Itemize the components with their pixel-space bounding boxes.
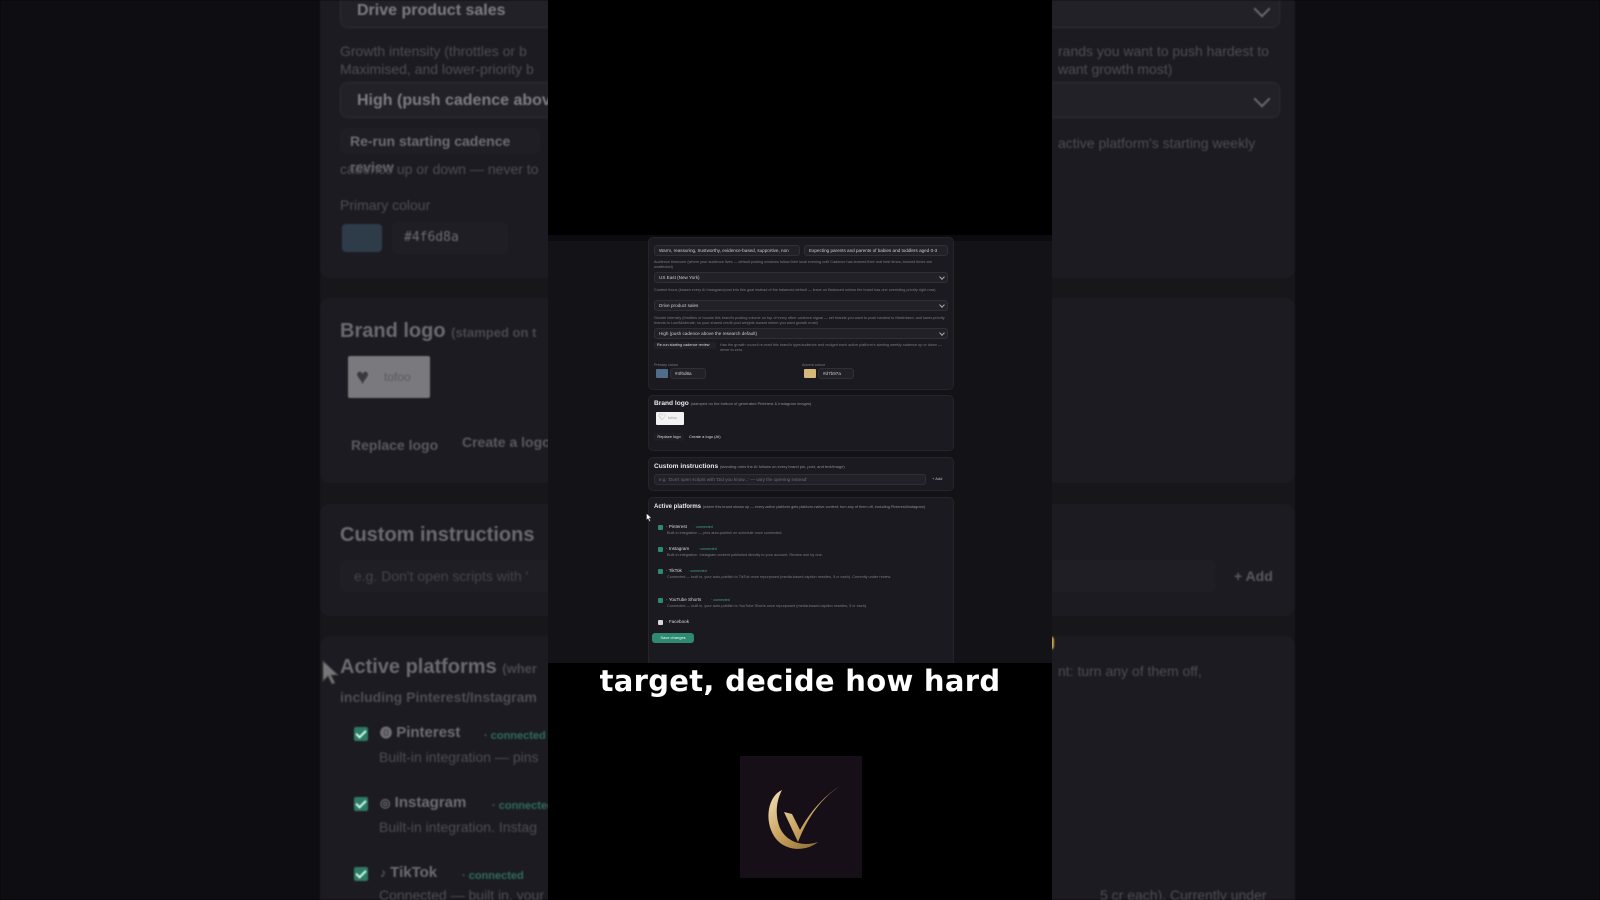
bg-add-button[interactable]: + Add <box>1234 568 1273 584</box>
bg-primary-colour-input[interactable]: #4f6d8a <box>392 222 508 254</box>
heart-logo-icon: ♥ <box>356 364 370 389</box>
accent-colour-label: Accent colour <box>802 363 826 367</box>
custom-instructions-input[interactable]: e.g. 'Don't open scripts with 'Did you k… <box>654 474 926 485</box>
connected-badge: · connected <box>688 569 707 573</box>
bg-custom-instructions-title: Custom instructions <box>340 524 535 546</box>
bg-platform-instagram: ◎ Instagram <box>380 794 467 811</box>
platform-desc: Built-in integration — pins auto-publish… <box>667 531 783 535</box>
connected-badge: · connected <box>711 598 730 602</box>
checkbox-icon[interactable] <box>354 797 368 811</box>
bg-platform-tiktok: ♪ TikTok <box>380 864 438 881</box>
brand-logo-title: Brand logo (stamped on the bottom of gen… <box>654 400 812 407</box>
timezone-help: Audience timezone (where your audience l… <box>654 260 932 269</box>
mouse-cursor-icon <box>646 513 652 522</box>
accent-colour-swatch[interactable] <box>804 369 816 378</box>
bg-growth-help-left: Growth intensity (throttles or b Maximis… <box>340 43 534 77</box>
bg-replace-logo-button[interactable]: Replace logo <box>351 437 438 453</box>
bg-active-platforms-title: Active platforms (wher <box>340 656 537 678</box>
primary-colour-label: Primary colour <box>654 363 679 367</box>
instagram-icon: · <box>666 546 668 551</box>
focus-select[interactable]: Drive product sales <box>654 300 948 311</box>
connected-badge: · connected <box>694 525 713 529</box>
bg-connected-badge: · connected <box>492 800 554 812</box>
create-logo-button[interactable]: Create a logo (AI) <box>689 433 721 441</box>
background-left-margin <box>0 0 320 900</box>
bg-growth-help-right: rands you want to push hardest to want g… <box>1058 43 1269 77</box>
logo-text: tofoo <box>668 415 677 420</box>
bg-connected-badge: · connected <box>462 870 524 882</box>
logo-preview: ♡ tofoo <box>656 412 684 425</box>
audience-input[interactable]: Expecting parents and parents of babies … <box>804 245 948 256</box>
bg-platform-pinterest: ⓿ Pinterest <box>380 724 461 741</box>
bg-logo-text: tofoo <box>384 370 411 384</box>
accent-colour-input[interactable]: #d7b97a <box>818 368 854 379</box>
save-changes-button[interactable]: Save changes <box>652 633 694 643</box>
tiktok-icon: ♪ <box>380 866 386 880</box>
bg-rerun-help-left: cadence up or down — never to <box>340 161 539 177</box>
checkbox-icon[interactable] <box>658 547 663 552</box>
bg-active-platforms-note: including Pinterest/Instagram <box>340 689 537 705</box>
checkbox-icon[interactable] <box>354 727 368 741</box>
add-instruction-button[interactable]: + Add <box>932 476 942 481</box>
instagram-icon: ◎ <box>380 796 391 810</box>
chevron-down-icon <box>939 302 945 308</box>
primary-colour-swatch[interactable] <box>656 369 668 378</box>
checkmark-logo-icon <box>768 786 840 849</box>
checkbox-icon[interactable] <box>354 867 368 881</box>
bg-tiktok-note-right: 5 cr each). Currently under <box>1100 887 1267 900</box>
bg-create-logo-button[interactable]: Create a logo <box>462 434 551 450</box>
chevron-down-icon <box>939 330 945 336</box>
chevron-down-icon <box>939 274 945 280</box>
bg-rerun-button[interactable]: Re-run starting cadence review <box>340 128 540 175</box>
bg-connected-badge: · connected <box>484 730 546 742</box>
growth-help: Growth intensity (throttles or boosts th… <box>654 316 945 325</box>
platform-facebook: · Facebook <box>666 619 689 624</box>
checkmark-logo <box>740 756 862 878</box>
platform-instagram: · Instagram <box>666 546 690 551</box>
chevron-down-icon <box>1253 90 1271 108</box>
platform-pinterest: · Pinterest <box>666 524 687 529</box>
bg-active-platforms-note-right: nt: turn any of them off, <box>1058 663 1202 679</box>
focus-help: Content focus (biases every AI Instagram… <box>654 288 936 292</box>
platform-desc: Connected — built in, your auto-publish … <box>667 575 892 579</box>
platform-desc: Built-in integration. Instagram content … <box>667 553 823 557</box>
timezone-select[interactable]: US East (New York) <box>654 272 948 283</box>
connected-badge: · connected <box>698 547 717 551</box>
tone-input[interactable]: Warm, reassuring, trustworthy, evidence-… <box>654 245 800 256</box>
checkbox-icon[interactable] <box>658 598 663 603</box>
background-right-margin <box>1295 0 1600 900</box>
bg-primary-colour-swatch[interactable] <box>342 224 382 252</box>
checkbox-icon[interactable] <box>658 525 663 530</box>
primary-colour-input[interactable]: #4f6d8a <box>670 368 706 379</box>
chevron-down-icon <box>1253 0 1271 18</box>
platform-desc: Connected — built in, your auto-publish … <box>667 604 868 608</box>
active-platforms-title: Active platforms (where this brand shows… <box>654 504 926 510</box>
intensity-select[interactable]: High (push cadence above the research de… <box>654 328 948 339</box>
heart-logo-icon: ♡ <box>658 412 667 422</box>
pinterest-icon: · <box>666 524 668 529</box>
facebook-icon: · <box>666 619 668 624</box>
bg-brand-logo-title: Brand logo (stamped on t <box>340 320 537 342</box>
bg-rerun-help-right: active platform's starting weekly <box>1058 135 1256 151</box>
video-caption: target, decide how hard <box>599 664 1001 698</box>
bg-platform-desc: Connected — built in, your <box>379 887 544 900</box>
replace-logo-button[interactable]: Replace logo <box>654 433 684 441</box>
pinterest-icon: ⓿ <box>380 726 393 740</box>
checkbox-icon[interactable] <box>658 569 663 574</box>
checkbox-icon[interactable] <box>658 620 663 625</box>
bg-logo-preview: ♥ tofoo <box>348 356 430 398</box>
youtube-icon: · <box>666 597 668 602</box>
platform-youtube-shorts: · YouTube Shorts <box>666 597 702 602</box>
bg-platform-desc: Built-in integration — pins <box>379 749 539 765</box>
rerun-help: Has the growth council re-read this bran… <box>720 343 942 352</box>
bg-primary-colour-label: Primary colour <box>340 197 431 213</box>
tiktok-icon: · <box>666 568 668 573</box>
screenshot-panel: Warm, reassuring, trustworthy, evidence-… <box>548 235 1052 663</box>
platform-tiktok: · TikTok <box>666 568 682 573</box>
rerun-cadence-button[interactable]: Re-run starting cadence review <box>654 342 716 349</box>
bg-platform-desc: Built-in integration. Instag <box>379 819 537 835</box>
mouse-cursor-icon <box>322 660 340 685</box>
custom-instructions-title: Custom instructions (standing rules the … <box>654 463 845 470</box>
